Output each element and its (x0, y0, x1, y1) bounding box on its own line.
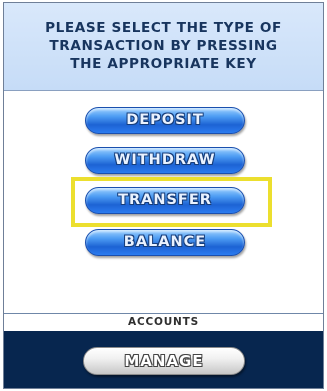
deposit-label: DEPOSIT (126, 112, 204, 129)
withdraw-label: WITHDRAW (114, 152, 216, 169)
transfer-label: TRANSFER (118, 192, 212, 209)
transfer-button[interactable]: TRANSFER (85, 187, 245, 214)
manage-label: MANAGE (124, 351, 204, 370)
balance-button[interactable]: BALANCE (85, 229, 245, 256)
withdraw-button[interactable]: WITHDRAW (85, 147, 245, 174)
footer-panel: MANAGE (4, 331, 323, 388)
atm-screen: PLEASE SELECT THE TYPE OF TRANSACTION BY… (3, 2, 324, 389)
instruction-text: PLEASE SELECT THE TYPE OF TRANSACTION BY… (45, 19, 282, 72)
accounts-label: ACCOUNTS (128, 316, 199, 329)
accounts-bar: ACCOUNTS (4, 313, 323, 331)
transaction-menu: DEPOSIT WITHDRAW TRANSFER BALANCE (4, 91, 323, 311)
balance-label: BALANCE (123, 234, 207, 251)
deposit-button[interactable]: DEPOSIT (85, 107, 245, 134)
manage-button[interactable]: MANAGE (83, 347, 245, 375)
instruction-header: PLEASE SELECT THE TYPE OF TRANSACTION BY… (4, 3, 323, 91)
